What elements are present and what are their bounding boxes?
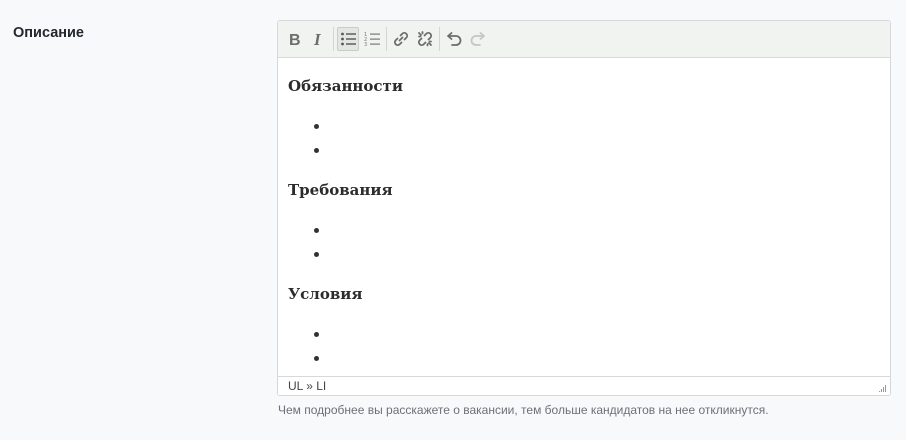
- svg-text:3: 3: [364, 42, 367, 47]
- list-item[interactable]: [314, 356, 319, 361]
- list-item[interactable]: [314, 252, 319, 257]
- list-item[interactable]: [314, 148, 319, 153]
- section-heading: Условия: [288, 285, 363, 303]
- toolbar-separator: [333, 27, 334, 51]
- list-item[interactable]: [314, 124, 319, 129]
- rich-text-editor[interactable]: B I 1 2 3 Обязанности Требования Условия…: [277, 20, 891, 396]
- field-hint: Чем подробнее вы расскажете о вакансии, …: [278, 403, 769, 417]
- numbered-list-icon: 1 2 3: [364, 32, 380, 47]
- field-label: Описание: [13, 25, 84, 41]
- unlink-button[interactable]: [414, 27, 436, 51]
- undo-icon: [447, 32, 462, 46]
- list-item[interactable]: [314, 228, 319, 233]
- unlink-icon: [417, 31, 433, 47]
- toolbar-separator: [439, 27, 440, 51]
- editor-toolbar: B I 1 2 3: [278, 21, 890, 58]
- section-heading: Обязанности: [288, 77, 403, 95]
- bulleted-list-icon: [341, 32, 356, 46]
- italic-button[interactable]: I: [308, 27, 330, 51]
- redo-button[interactable]: [467, 27, 489, 51]
- element-path[interactable]: UL » LI: [288, 379, 326, 393]
- redo-icon: [470, 32, 485, 46]
- undo-button[interactable]: [443, 27, 465, 51]
- resize-handle-icon[interactable]: [877, 383, 887, 393]
- italic-icon: I: [313, 31, 322, 47]
- bold-button[interactable]: B: [284, 27, 306, 51]
- link-icon: [393, 31, 409, 47]
- editor-content[interactable]: Обязанности Требования Условия: [278, 58, 890, 376]
- toolbar-separator: [386, 27, 387, 51]
- bulleted-list-button[interactable]: [337, 27, 359, 51]
- list-item[interactable]: [314, 332, 319, 337]
- numbered-list-button[interactable]: 1 2 3: [361, 27, 383, 51]
- bold-icon: B: [289, 32, 301, 47]
- svg-text:I: I: [313, 31, 322, 47]
- section-heading: Требования: [288, 181, 393, 199]
- svg-text:B: B: [289, 32, 301, 47]
- editor-statusbar: UL » LI: [278, 376, 890, 395]
- link-button[interactable]: [390, 27, 412, 51]
